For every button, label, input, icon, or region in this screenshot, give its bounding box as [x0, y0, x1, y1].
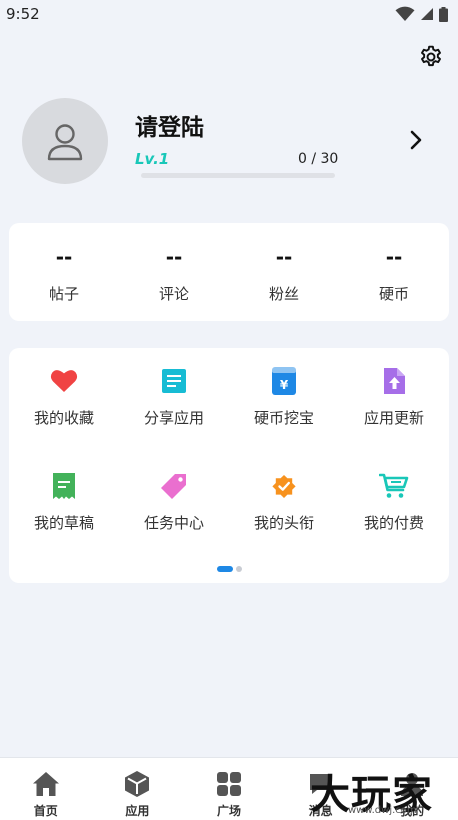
stat-comments[interactable]: -- 评论: [119, 223, 229, 321]
menu-item-drafts[interactable]: 我的草稿: [9, 453, 119, 558]
signal-icon: [421, 8, 433, 20]
stat-value: --: [385, 245, 403, 269]
menu-label: 我的头衔: [253, 514, 314, 532]
heart-icon: [49, 366, 79, 396]
nav-label: 首页: [33, 804, 58, 818]
home-icon: [32, 770, 60, 798]
avatar[interactable]: [22, 98, 108, 184]
menu-label: 任务中心: [143, 514, 204, 532]
badge-check-icon: [269, 471, 299, 501]
stat-value: --: [165, 245, 183, 269]
menu-label: 我的草稿: [33, 514, 94, 532]
draft-icon: [49, 471, 79, 501]
profile-header[interactable]: 请登陆 Lv.1 0 / 30: [22, 98, 436, 188]
menu-item-coin-treasure[interactable]: ¥ 硬币挖宝: [229, 348, 339, 453]
menu-label: 分享应用: [143, 409, 204, 427]
stat-label: 硬币: [378, 285, 409, 303]
battery-icon: [439, 6, 448, 22]
nav-label: 广场: [216, 804, 241, 818]
page-dot-active[interactable]: [216, 566, 233, 572]
menu-label: 硬币挖宝: [253, 409, 314, 427]
tag-icon: [159, 471, 189, 501]
xp-progress-bar: [141, 173, 335, 178]
stat-posts[interactable]: -- 帖子: [9, 223, 119, 321]
coin-pouch-icon: ¥: [269, 366, 299, 396]
stat-label: 帖子: [48, 285, 79, 303]
page-indicator: [9, 566, 449, 572]
nav-home[interactable]: 首页: [0, 758, 92, 820]
wifi-icon: [395, 6, 415, 21]
status-icons: [395, 6, 448, 22]
gear-icon: [421, 45, 441, 67]
menu-item-my-paid[interactable]: 我的付费: [339, 453, 449, 558]
stat-label: 粉丝: [268, 285, 299, 303]
status-time: 9:52: [6, 5, 40, 23]
username[interactable]: 请登陆: [135, 108, 204, 142]
menu-label: 应用更新: [363, 409, 424, 427]
watermark-url: www.dwj.com: [348, 805, 417, 816]
nav-plaza[interactable]: 广场: [183, 758, 275, 820]
stat-coins[interactable]: -- 硬币: [339, 223, 449, 321]
chevron-right-icon[interactable]: [404, 128, 428, 152]
stat-value: --: [55, 245, 73, 269]
status-bar: 9:52: [0, 0, 458, 28]
menu-item-task-center[interactable]: 任务中心: [119, 453, 229, 558]
document-icon: [159, 366, 189, 396]
stats-card: -- 帖子 -- 评论 -- 粉丝 -- 硬币: [9, 223, 449, 321]
menu-label: 我的付费: [363, 514, 424, 532]
svg-text:¥: ¥: [280, 378, 289, 392]
nav-apps[interactable]: 应用: [92, 758, 184, 820]
settings-button[interactable]: [414, 40, 448, 74]
feature-grid: 我的收藏 分享应用 ¥ 硬币挖宝 应用更新 我的草稿 任务中心 我的头衔 我的付…: [9, 348, 449, 558]
menu-item-share-app[interactable]: 分享应用: [119, 348, 229, 453]
cart-icon: [379, 471, 409, 501]
page-dot[interactable]: [235, 566, 242, 572]
nav-label: 应用: [125, 804, 150, 818]
cube-icon: [123, 770, 151, 798]
stat-fans[interactable]: -- 粉丝: [229, 223, 339, 321]
menu-label: 我的收藏: [33, 409, 94, 427]
menu-item-favorites[interactable]: 我的收藏: [9, 348, 119, 453]
menu-item-titles[interactable]: 我的头衔: [229, 453, 339, 558]
feature-menu-card: 我的收藏 分享应用 ¥ 硬币挖宝 应用更新 我的草稿 任务中心 我的头衔 我的付…: [9, 348, 449, 583]
upload-file-icon: [379, 366, 409, 396]
grid-icon: [215, 770, 243, 798]
stat-value: --: [275, 245, 293, 269]
menu-item-app-update[interactable]: 应用更新: [339, 348, 449, 453]
user-placeholder-icon: [47, 124, 83, 161]
level-badge: Lv.1: [135, 150, 170, 168]
watermark: 大玩家 www.dwj.com: [310, 762, 458, 818]
xp-text: 0 / 30: [298, 151, 339, 167]
stat-label: 评论: [158, 285, 189, 303]
